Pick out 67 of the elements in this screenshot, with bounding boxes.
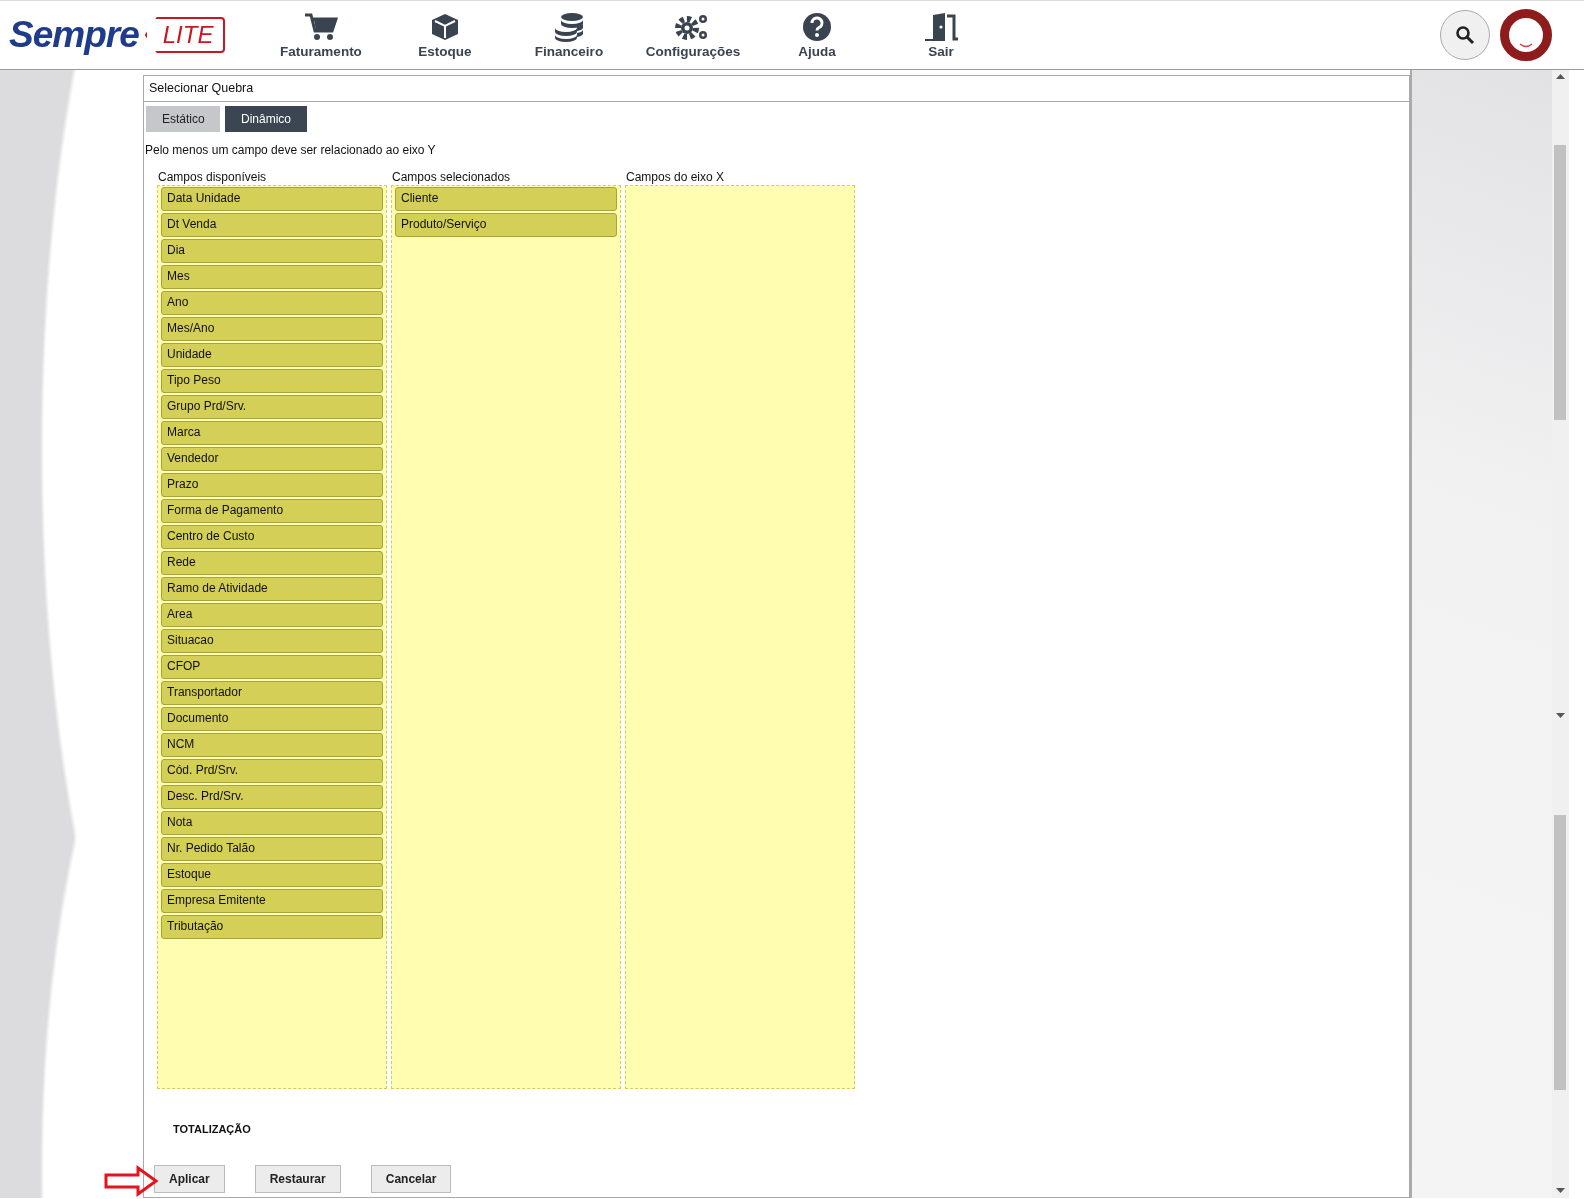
cart-icon [304,11,338,42]
dialog-title: Selecionar Quebra [144,76,1409,102]
column-heading: Campos do eixo X [626,170,726,184]
scroll-down-icon[interactable] [1556,713,1565,719]
field-chip[interactable]: Cód. Prd/Srv. [161,759,383,783]
help-icon [802,11,832,42]
field-chip[interactable]: NCM [161,733,383,757]
hint-text: Pelo menos um campo deve ser relacionado ao eixo Y [145,143,437,157]
nav-item[interactable]: Estoque [383,11,507,59]
field-chip[interactable]: Forma de Pagamento [161,499,383,523]
coins-icon [552,11,586,42]
field-chip[interactable]: Mes [161,265,383,289]
field-chip[interactable]: Ano [161,291,383,315]
nav-item[interactable]: Ajuda [755,11,879,59]
drop-zone[interactable] [157,185,387,1089]
tab[interactable]: Dinâmico [225,106,307,132]
field-chip[interactable]: Estoque [161,863,383,887]
field-chip[interactable]: Empresa Emitente [161,889,383,913]
scroll-down-icon[interactable] [1556,1188,1565,1194]
logo-text: Sempre [9,14,139,56]
field-chip[interactable]: Ramo de Atividade [161,577,383,601]
action-button[interactable]: Restaurar [254,1165,341,1193]
tab[interactable]: Estático [146,106,220,132]
field-chip[interactable]: Rede [161,551,383,575]
field-chip[interactable]: Documento [161,707,383,731]
field-chip[interactable]: Dt Venda [161,213,383,237]
field-chip[interactable]: Vendedor [161,447,383,471]
nav-item[interactable]: Financeiro [507,11,631,59]
scrollbar[interactable] [1552,70,1569,1198]
scrollbar-thumb[interactable] [1554,145,1566,420]
nav-item[interactable]: Faturamento [259,11,383,59]
arrow-annotation [104,1165,160,1197]
action-button[interactable]: Aplicar [154,1165,225,1193]
action-button[interactable]: Cancelar [370,1165,452,1193]
field-chip[interactable]: Grupo Prd/Srv. [161,395,383,419]
field-chip[interactable]: Tributação [161,915,383,939]
field-chip[interactable]: Nota [161,811,383,835]
field-chip[interactable]: Prazo [161,473,383,497]
field-chip[interactable]: Desc. Prd/Srv. [161,785,383,809]
search-icon [1455,25,1475,45]
field-chip[interactable]: Unidade [161,343,383,367]
cube-icon [430,11,460,42]
scrollbar-thumb[interactable] [1554,815,1566,1090]
field-chip[interactable]: Situacao [161,629,383,653]
field-chip[interactable]: Nr. Pedido Talão [161,837,383,861]
chat-logo-icon[interactable] [1500,9,1552,61]
field-chip[interactable]: Centro de Custo [161,525,383,549]
column-heading: Campos disponíveis [158,170,268,184]
scroll-up-icon[interactable] [1556,74,1565,80]
section-label: TOTALIZAÇÃO [173,1123,252,1135]
field-chip[interactable]: Dia [161,239,383,263]
field-chip[interactable]: Tipo Peso [161,369,383,393]
field-chip[interactable]: Transportador [161,681,383,705]
field-chip[interactable]: Produto/Serviço [395,213,617,237]
field-chip[interactable]: CFOP [161,655,383,679]
field-chip[interactable]: Cliente [395,187,617,211]
field-chip[interactable]: Marca [161,421,383,445]
door-icon [923,11,959,42]
nav-item[interactable]: Sair [879,11,1003,59]
search-button[interactable] [1440,10,1490,60]
logo-badge: LITE [144,17,226,53]
drop-zone[interactable]: Cliente Produto/Serviço [391,185,621,1089]
column-heading: Campos selecionados [392,170,512,184]
field-chip[interactable]: Area [161,603,383,627]
field-chip[interactable]: Data Unidade [161,187,383,211]
field-chip[interactable]: Mes/Ano [161,317,383,341]
nav-item[interactable]: Configurações [631,11,755,59]
